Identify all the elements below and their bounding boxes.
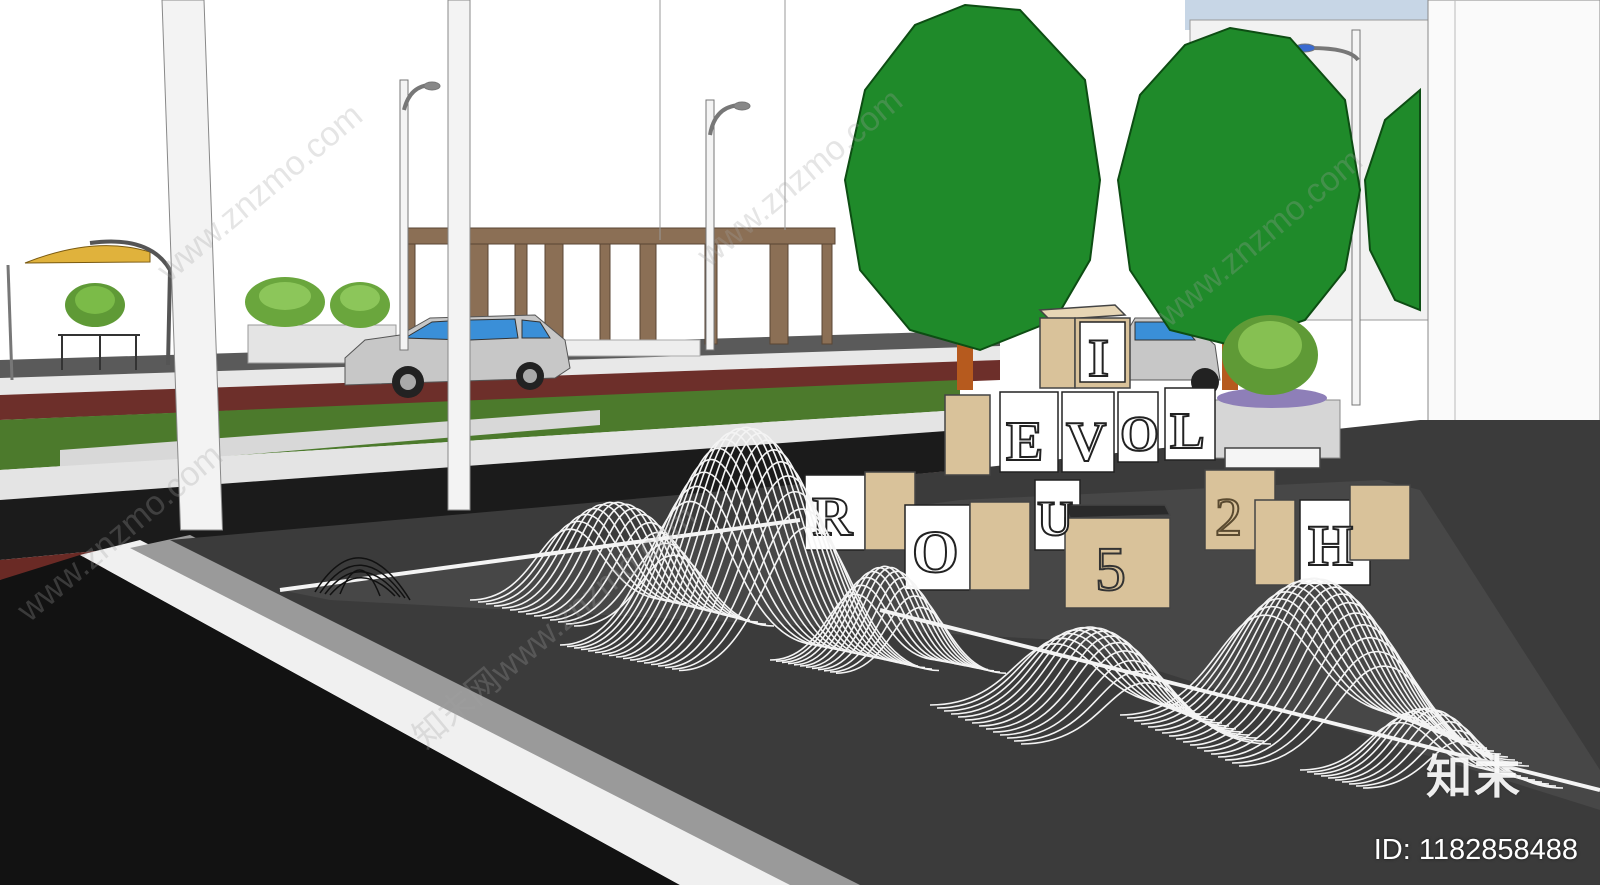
block-letter-7: O <box>912 519 959 585</box>
pole-2 <box>447 0 471 511</box>
block-letter-9: 5 <box>1095 536 1126 604</box>
block-letter-5: L <box>1170 403 1205 460</box>
pergola-base <box>559 339 701 357</box>
block-letter-8: U <box>1037 490 1073 546</box>
block-letter-11: H <box>1308 513 1353 578</box>
scene-svg: I E V O L R O U 5 2 H <box>0 0 1600 885</box>
watermark-logo: 知末 <box>1426 750 1522 804</box>
watermark-id: ID: 1182858488 <box>1373 834 1578 866</box>
block-letter-3: V <box>1066 411 1106 473</box>
scene-render: I E V O L R O U 5 2 H www.znzmo.com www.… <box>0 0 1600 885</box>
block-letter-10: 2 <box>1215 487 1242 547</box>
block-letter-1: I <box>1088 328 1109 388</box>
block-letter-2: E <box>1006 411 1043 473</box>
block-letter-4: O <box>1120 405 1159 461</box>
shrub-1 <box>65 283 125 327</box>
